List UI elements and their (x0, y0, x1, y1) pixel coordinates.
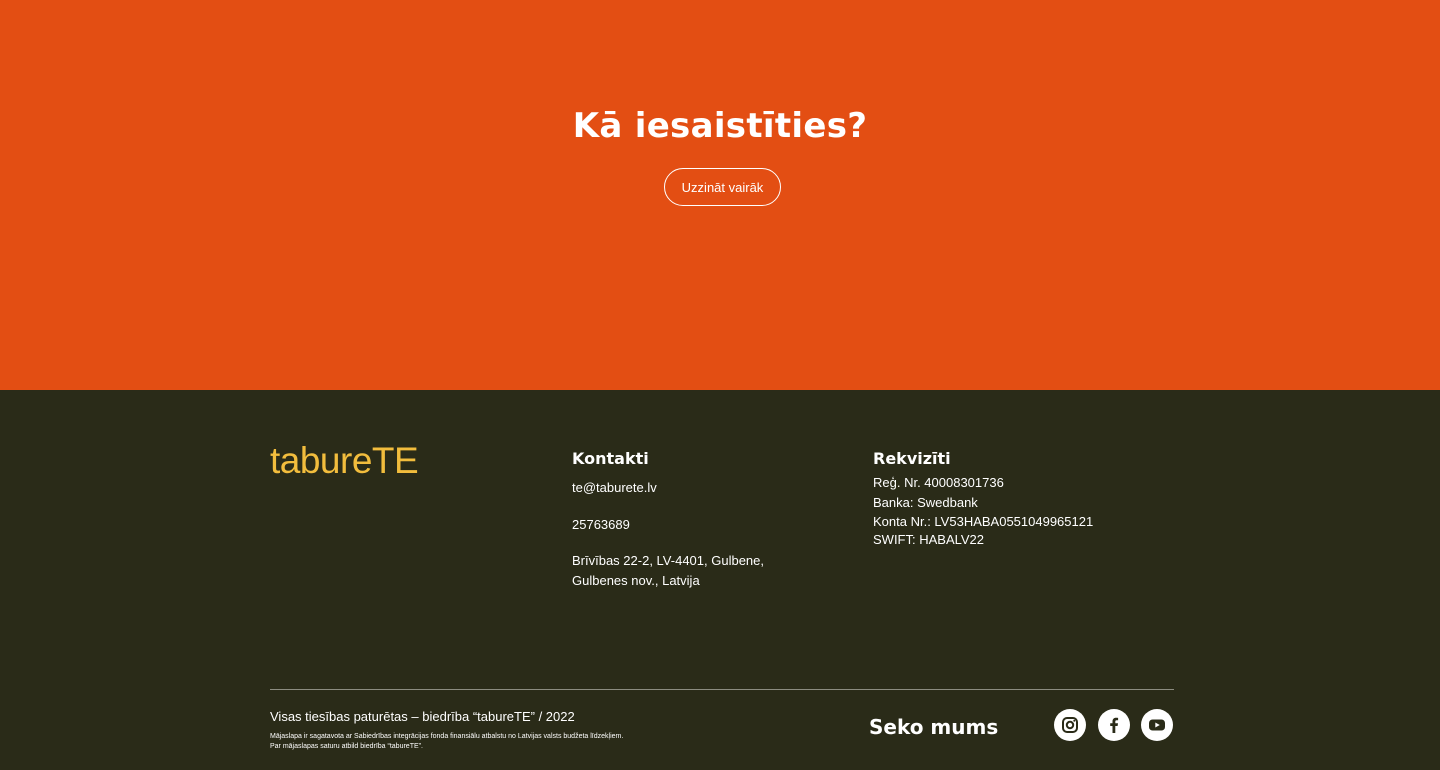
instagram-icon (1062, 717, 1078, 733)
funding-notice-line1: Mājaslapa ir sagatavota ar Sabiedrības i… (270, 733, 624, 740)
youtube-link[interactable] (1141, 709, 1173, 741)
details-account: Konta Nr.: LV53HABA0551049965121 (873, 514, 1094, 529)
instagram-link[interactable] (1054, 709, 1086, 741)
contact-email-link[interactable]: te@taburete.lv (572, 478, 657, 497)
contacts-title: Kontakti (572, 449, 649, 468)
footer-logo[interactable]: tabureTE (270, 440, 419, 482)
facebook-link[interactable] (1098, 709, 1130, 741)
details-title: Rekvizīti (873, 449, 951, 468)
site-footer: tabureTE Kontakti te@taburete.lv 2576368… (0, 390, 1440, 770)
facebook-icon (1110, 717, 1119, 733)
copyright-text: Visas tiesības paturētas – biedrība “tab… (270, 709, 575, 724)
follow-us-label: Seko mums (869, 715, 999, 739)
funding-notice-line2: Par mājaslapas saturu atbild biedrība “t… (270, 743, 423, 750)
funding-notice: Mājaslapa ir sagatavota ar Sabiedrības i… (270, 732, 623, 752)
learn-more-button[interactable]: Uzzināt vairāk (664, 168, 781, 206)
contact-address-line2: Gulbenes nov., Latvija (572, 573, 700, 588)
cta-title: Kā iesaistīties? (572, 106, 868, 146)
details-bank: Banka: Swedbank (873, 495, 978, 510)
cta-section: Kā iesaistīties? Uzzināt vairāk (0, 0, 1440, 390)
contact-phone-link[interactable]: 25763689 (572, 515, 630, 534)
contact-address-line1: Brīvības 22-2, LV-4401, Gulbene, (572, 553, 764, 568)
details-swift: SWIFT: HABALV22 (873, 532, 985, 547)
youtube-icon (1149, 719, 1165, 731)
footer-divider (270, 689, 1174, 690)
details-reg-no: Reģ. Nr. 40008301736 (873, 475, 1004, 490)
